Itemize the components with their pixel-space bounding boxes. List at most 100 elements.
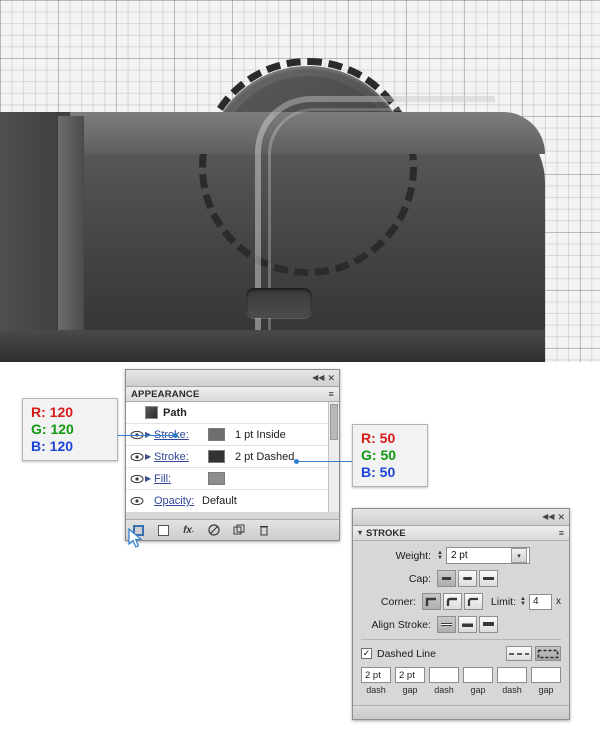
appearance-row-opacity[interactable]: ▶ Opacity: Default <box>126 490 339 512</box>
appearance-panel-tabbar[interactable]: ◀◀ ✕ <box>126 370 339 387</box>
dash-caption-5: dash <box>502 685 522 695</box>
round-join-icon[interactable] <box>442 593 462 610</box>
appearance-list[interactable]: Path ▶ Stroke: 1 pt Inside ▶ Stroke: 2 p… <box>126 402 339 512</box>
collapse-icon[interactable]: ◀◀ <box>542 513 554 521</box>
appearance-tab-label[interactable]: APPEARANCE <box>131 389 200 400</box>
dash-field-3[interactable] <box>429 667 459 683</box>
appearance-stroke-value-2: 2 pt Dashed <box>235 450 295 463</box>
artwork-canvas <box>0 0 600 362</box>
appearance-row-stroke-2pt[interactable]: ▶ Stroke: 2 pt Dashed <box>126 446 339 468</box>
visibility-eye-icon[interactable] <box>129 494 145 508</box>
chevron-down-icon[interactable]: ▾ <box>510 548 527 563</box>
callout-50-r: R: 50 <box>361 430 396 446</box>
mouse-cursor <box>128 527 144 555</box>
device-base-strip <box>0 330 545 362</box>
duplicate-item-icon[interactable] <box>232 524 245 537</box>
dash-field-2[interactable]: 2 pt <box>395 667 425 683</box>
appearance-panel-window-controls[interactable]: ◀◀ ✕ <box>312 373 339 383</box>
dash-field-6[interactable] <box>531 667 561 683</box>
appearance-fill-label[interactable]: Fill: <box>154 473 206 485</box>
bevel-join-icon[interactable] <box>463 593 483 610</box>
stroke-limit-unit: x <box>556 596 561 607</box>
align-outside-icon[interactable] <box>479 616 498 633</box>
clear-appearance-icon[interactable] <box>207 524 220 537</box>
device-left-edge <box>58 116 84 344</box>
dash-caption-2: gap <box>402 685 418 695</box>
appearance-panel-footer[interactable]: fx. <box>126 519 339 540</box>
callout-50-g: G: 50 <box>361 447 397 463</box>
collapse-icon[interactable]: ◀◀ <box>312 374 324 382</box>
delete-item-icon[interactable] <box>257 524 270 537</box>
align-button-group[interactable] <box>437 616 498 633</box>
appearance-opacity-value: Default <box>202 495 237 507</box>
check-icon: ✓ <box>362 648 371 658</box>
stroke-color-swatch-1[interactable] <box>208 428 225 441</box>
stroke-cap-row[interactable]: Cap: <box>361 570 561 587</box>
stroke-panel-tabbar[interactable]: ◀◀ ✕ <box>353 509 569 526</box>
appearance-row-fill[interactable]: ▶ Fill: <box>126 468 339 490</box>
appearance-row-path[interactable]: Path <box>126 402 339 424</box>
stroke-weight-row[interactable]: Weight: ▲ ▼ 2 pt ▾ <box>361 547 561 564</box>
dash-preserve-exact-icon[interactable] <box>506 646 532 661</box>
dash-caption-3: dash <box>434 685 454 695</box>
corner-button-group[interactable] <box>421 593 483 610</box>
panel-menu-icon[interactable]: ≡ <box>329 389 339 399</box>
stroke-limit-input[interactable]: 4 <box>528 593 552 610</box>
add-new-effect-icon[interactable]: fx. <box>182 524 195 537</box>
stroke-panel-window-controls[interactable]: ◀◀ ✕ <box>542 512 569 522</box>
callout-120-leader-dot <box>173 433 178 438</box>
chevron-right-icon[interactable]: ▶ <box>145 474 154 483</box>
fill-color-swatch[interactable] <box>208 472 225 485</box>
stroke-corner-row[interactable]: Corner: Limit: ▲ ▼ 4 x <box>361 593 561 610</box>
limit-stepper[interactable]: ▲ ▼ <box>520 596 526 607</box>
appearance-opacity-label[interactable]: Opacity: <box>154 495 200 507</box>
appearance-scrollbar-thumb[interactable] <box>330 404 338 440</box>
weight-stepper[interactable]: ▲ ▼ <box>437 550 443 561</box>
dash-pattern-captions: dash gap dash gap dash gap <box>361 685 561 695</box>
align-inside-icon[interactable] <box>458 616 477 633</box>
stroke-panel[interactable]: ◀◀ ✕ ▾ STROKE ≡ Weight: ▲▼ 2 pt ▾ Cap: <box>352 508 570 720</box>
dashed-line-checkbox[interactable]: ✓ <box>361 648 372 659</box>
appearance-stroke-label-2[interactable]: Stroke: <box>154 451 206 463</box>
appearance-scrollbar[interactable] <box>328 402 339 512</box>
stroke-weight-value: 2 pt <box>450 550 468 561</box>
butt-cap-icon[interactable] <box>437 570 456 587</box>
dash-field-1-value: 2 pt <box>365 669 381 681</box>
callout-120-r: R: 120 <box>31 404 74 420</box>
cap-button-group[interactable] <box>437 570 498 587</box>
stroke-align-row[interactable]: Align Stroke: <box>361 616 561 633</box>
dash-field-1[interactable]: 2 pt <box>361 667 391 683</box>
dash-alignment-buttons[interactable] <box>506 646 561 661</box>
appearance-panel-title: APPEARANCE ≡ <box>126 387 339 402</box>
dash-align-corners-icon[interactable] <box>535 646 561 661</box>
miter-join-icon[interactable] <box>421 593 441 610</box>
stroke-weight-input[interactable]: 2 pt ▾ <box>445 547 530 564</box>
eye-icon-placeholder <box>129 406 145 420</box>
visibility-eye-icon[interactable] <box>129 472 145 486</box>
stroke-panel-body[interactable]: Weight: ▲ ▼ 2 pt ▾ Cap: Corner: Limit: ▲… <box>353 541 569 695</box>
visibility-eye-icon[interactable] <box>129 450 145 464</box>
path-thumbnail <box>145 406 158 419</box>
dash-field-4[interactable] <box>463 667 493 683</box>
round-cap-icon[interactable] <box>458 570 477 587</box>
dashed-line-label: Dashed Line <box>377 647 436 660</box>
appearance-panel[interactable]: ◀◀ ✕ APPEARANCE ≡ Path ▶ Stroke: 1 pt In… <box>125 369 340 541</box>
stroke-cap-label: Cap: <box>408 572 431 585</box>
dash-field-5[interactable] <box>497 667 527 683</box>
stroke-tab-label[interactable]: STROKE <box>366 528 406 539</box>
align-center-icon[interactable] <box>437 616 456 633</box>
dashed-line-row[interactable]: ✓ Dashed Line <box>361 646 561 661</box>
dash-field-2-value: 2 pt <box>399 669 415 681</box>
add-new-stroke-icon[interactable] <box>157 524 170 537</box>
panel-menu-icon[interactable]: ≡ <box>559 528 569 538</box>
close-icon[interactable]: ✕ <box>557 512 565 522</box>
stroke-color-swatch-2[interactable] <box>208 450 225 463</box>
chevron-down-icon[interactable]: ▾ <box>358 529 362 537</box>
device-slot <box>246 288 312 318</box>
dash-pattern-fields[interactable]: 2 pt 2 pt <box>361 667 561 683</box>
projecting-cap-icon[interactable] <box>479 570 498 587</box>
callout-120-g: G: 120 <box>31 421 74 437</box>
callout-50-leader-line <box>296 461 352 462</box>
chevron-right-icon[interactable]: ▶ <box>145 452 154 461</box>
close-icon[interactable]: ✕ <box>327 373 335 383</box>
